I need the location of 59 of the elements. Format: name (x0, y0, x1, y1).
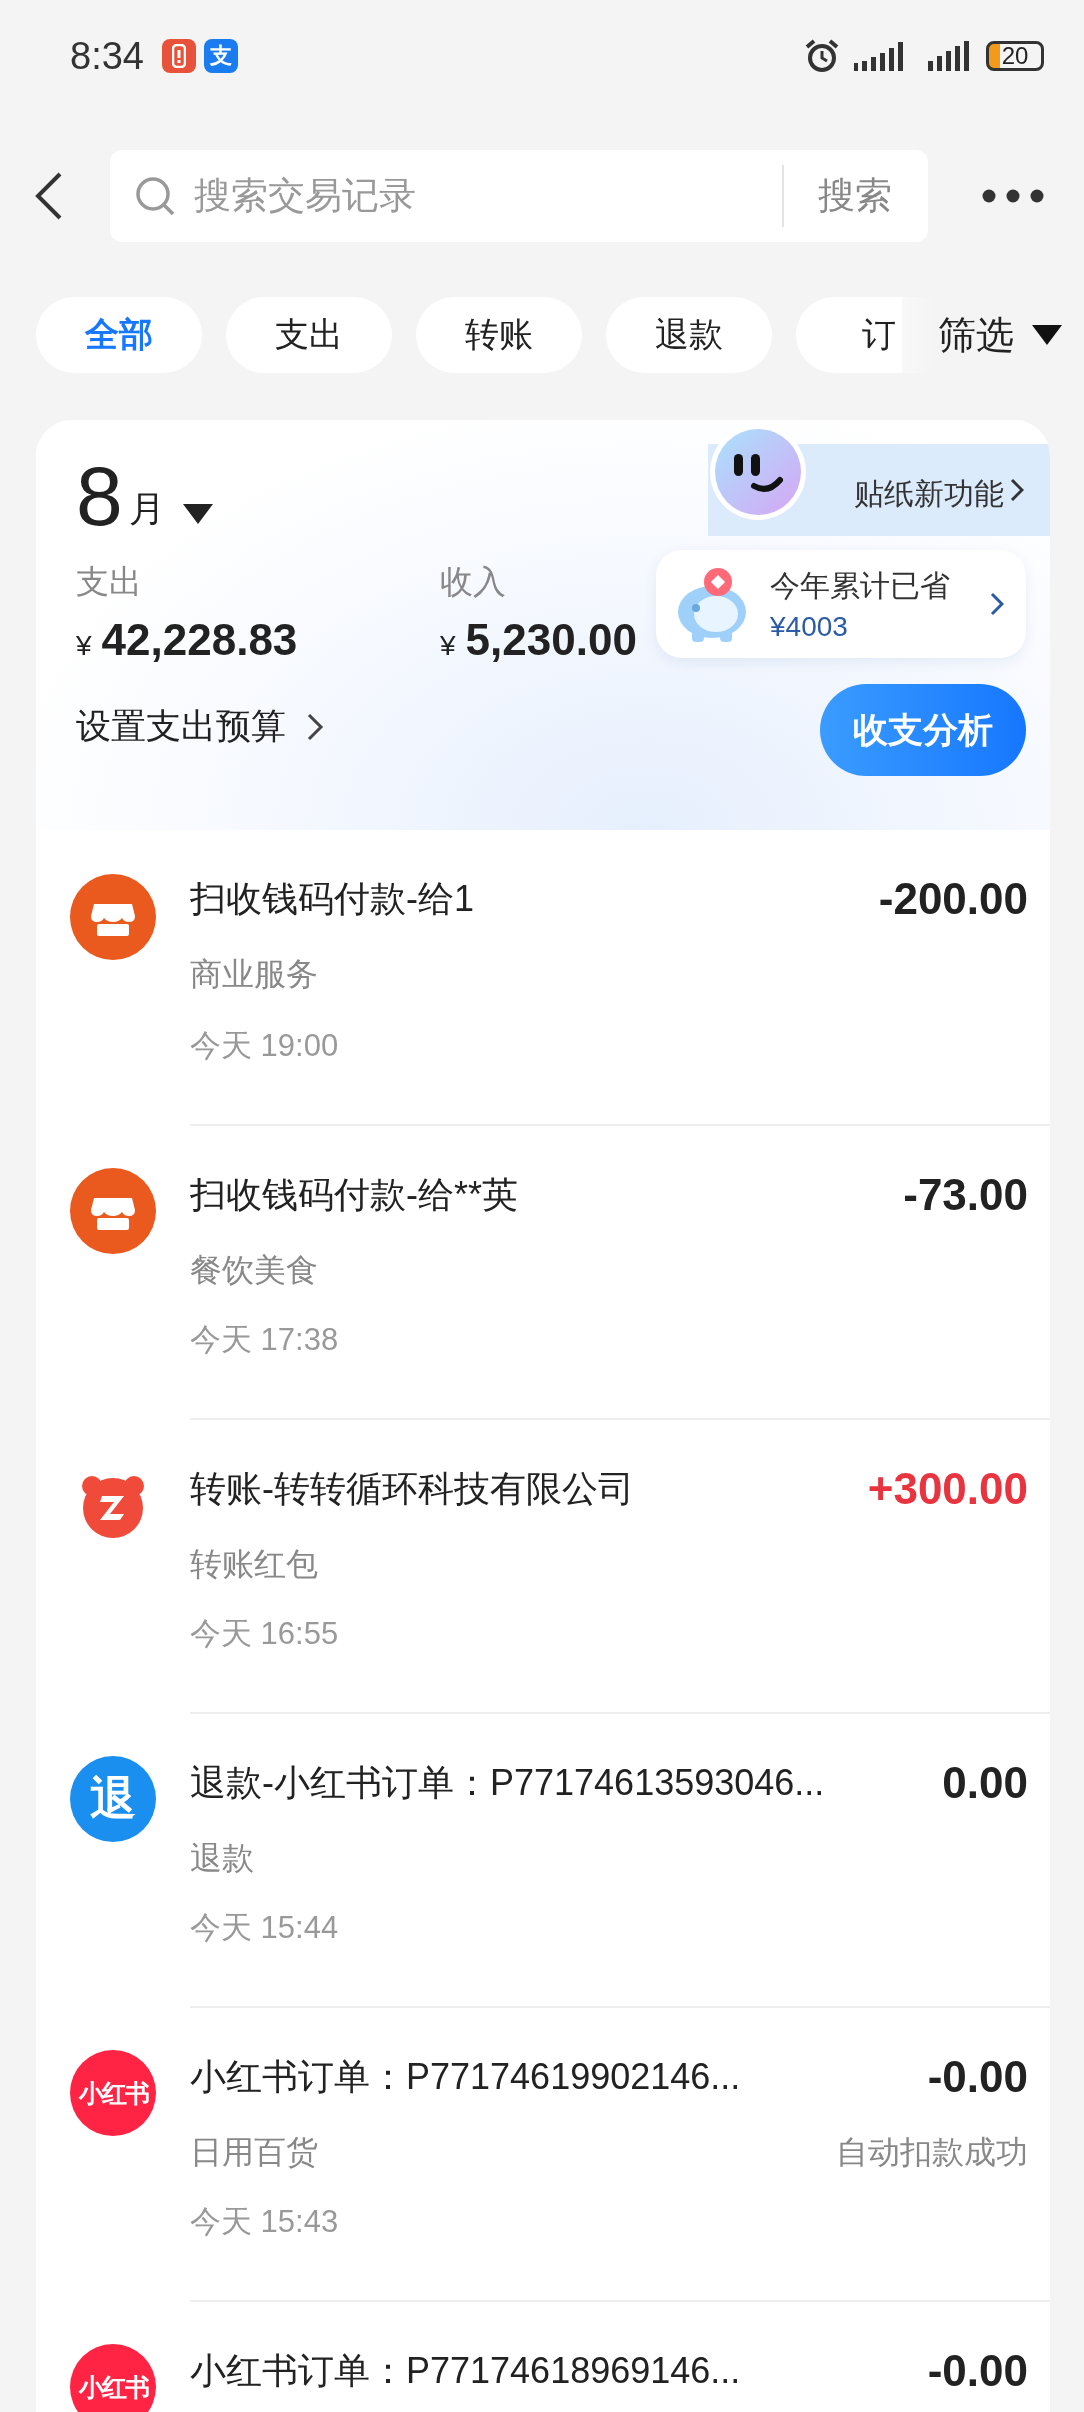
transaction-category: 转账红包 (190, 1544, 319, 1584)
alarm-icon (804, 38, 840, 74)
chevron-icon (306, 711, 324, 742)
transaction-amount: -73.00 (903, 1169, 1028, 1221)
transaction-time: 今天 17:38 (190, 1321, 340, 1360)
currency-symbol: ¥ (76, 630, 92, 662)
month-picker[interactable]: 8 月 (76, 454, 213, 538)
currency-symbol: ¥ (440, 630, 456, 662)
income-label: 收入 (440, 562, 506, 602)
savings-label: 今年累计已省 (770, 567, 951, 604)
transaction-category: 商业服务 (190, 955, 319, 995)
search-icon (134, 175, 176, 217)
notification-icon: 支 (203, 39, 238, 73)
search-button[interactable]: 搜索 (782, 165, 928, 227)
savings-bubble[interactable]: 今年累计已省 ¥4003 (656, 550, 1026, 658)
transaction-category: 退款 (190, 1838, 255, 1878)
signal-icon (928, 39, 972, 73)
transaction-time: 今天 16:55 (190, 1615, 340, 1654)
budget-link[interactable]: 设置支出预算 (76, 703, 286, 750)
income-amount: 5,230.00 (465, 615, 637, 665)
filter-tab[interactable]: 全部 (36, 297, 202, 373)
store-icon (70, 1168, 156, 1254)
battery-icon: 20 (986, 41, 1044, 71)
caret-icon (1032, 325, 1062, 345)
transaction-amount: -0.00 (926, 2051, 1028, 2103)
transaction-time: 今天 15:44 (190, 1909, 340, 1948)
refund-icon: 退 (70, 1756, 156, 1842)
caret-icon (182, 504, 213, 524)
transaction-title[interactable]: 扫收钱码付款-给1 (190, 872, 859, 930)
savings-amount: ¥4003 (770, 610, 849, 643)
expense-amount: 42,228.83 (101, 615, 298, 665)
app-logo-icon: 小红书 (70, 2050, 156, 2136)
transaction-category: 餐饮美食 (190, 1250, 319, 1290)
notification-icon (161, 39, 196, 73)
more-icon[interactable] (982, 189, 1044, 203)
transaction-amount: +300.00 (867, 1463, 1028, 1515)
chevron-icon (990, 592, 1004, 616)
transaction-amount: -200.00 (878, 873, 1028, 925)
transaction-category: 日用百货 (190, 2132, 319, 2172)
expense-label: 支出 (76, 562, 142, 602)
store-icon (70, 874, 156, 960)
transaction-amount: 0.00 (942, 1757, 1028, 1809)
search-field[interactable]: 搜索交易记录 搜索 (110, 150, 928, 242)
transaction-status: 自动扣款成功 (836, 2132, 1028, 2172)
transaction-title[interactable]: 扫收钱码付款-给**英 (190, 1168, 884, 1225)
transaction-amount: -0.00 (927, 2345, 1028, 2397)
transaction-title[interactable]: 转账-转转循环科技有限公司 (190, 1462, 848, 1519)
transaction-title[interactable]: 退款-小红书订单：P77174613593046... (190, 1756, 923, 1813)
chevron-icon (1010, 478, 1024, 502)
transaction-time: 今天 19:00 (190, 1026, 340, 1065)
transaction-title[interactable]: 小红书订单：P77174618969146... (190, 2344, 908, 2412)
filter-tab[interactable]: 转账 (416, 297, 582, 373)
filter-tab[interactable]: 支出 (226, 297, 392, 373)
analysis-button[interactable]: 收支分析 (820, 684, 1026, 776)
transaction-title[interactable]: 小红书订单：P77174619902146... (190, 2050, 816, 2107)
app-logo-icon: 小红书 (70, 2344, 156, 2412)
filter-tab[interactable]: 退款 (606, 297, 772, 373)
transaction-time: 今天 15:43 (190, 2203, 340, 2242)
status-time: 8:34 (70, 34, 144, 78)
